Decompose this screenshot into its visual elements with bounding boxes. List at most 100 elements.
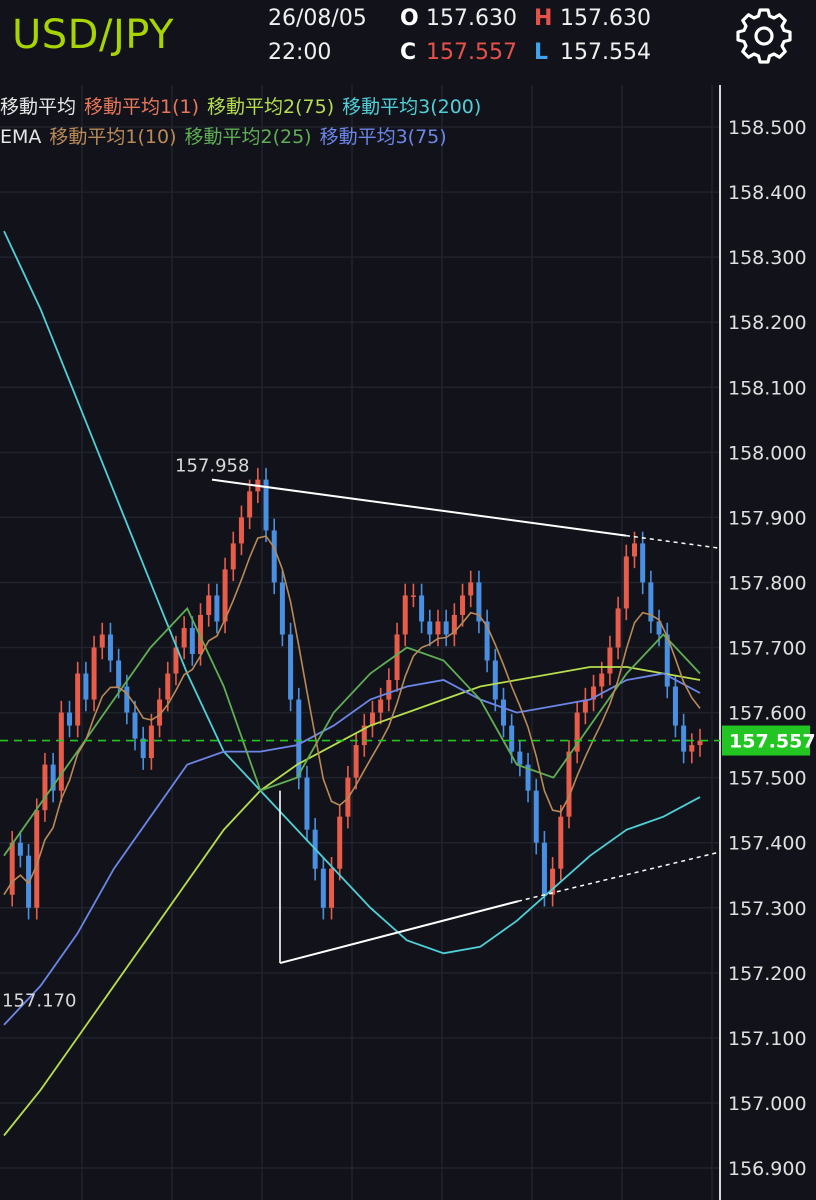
- y-tick-label: 157.100: [728, 1028, 807, 1050]
- sma-legend-ma3: 移動平均3(200): [342, 96, 482, 118]
- current-price-label: 157.557: [729, 731, 816, 753]
- candle-body: [148, 725, 154, 759]
- candle-body: [460, 595, 466, 615]
- high-annotation: 157.958: [175, 456, 249, 477]
- y-tick-label: 157.900: [728, 507, 807, 529]
- candle-body: [75, 673, 81, 726]
- candle-body: [58, 712, 64, 791]
- candle-body: [238, 517, 244, 544]
- gear-icon[interactable]: [734, 6, 794, 66]
- candle-body: [116, 660, 122, 687]
- candle-body: [533, 790, 539, 843]
- bar-date: 26/08/05: [268, 6, 367, 31]
- close-label: C: [400, 40, 417, 65]
- candle-body: [394, 634, 400, 681]
- candle-body: [132, 712, 138, 739]
- candle-body: [83, 673, 89, 700]
- candle-body: [599, 673, 605, 687]
- candle-body: [672, 686, 678, 726]
- candle-body: [288, 634, 294, 700]
- candle-body: [353, 745, 359, 778]
- sma-legend: 移動平均 移動平均1(1) 移動平均2(75) 移動平均3(200): [0, 92, 489, 119]
- high-label: H: [534, 6, 553, 31]
- candle-body: [271, 530, 277, 583]
- candle-body: [623, 556, 629, 609]
- candle-body: [42, 764, 48, 811]
- ema-legend-title: EMA: [0, 126, 42, 148]
- candle-body: [402, 595, 408, 635]
- y-tick-label: 157.300: [728, 898, 807, 920]
- candle-body: [230, 543, 236, 570]
- candle-body: [67, 712, 73, 726]
- candle-body: [107, 634, 113, 661]
- candle-body: [181, 627, 187, 648]
- candle-body: [410, 595, 416, 597]
- price-chart[interactable]: 158.500 158.400 158.300 158.200 158.100 158.0…: [0, 85, 816, 1200]
- candle-body: [279, 582, 285, 635]
- candle-body: [631, 543, 637, 557]
- lower-trendline: [279, 900, 519, 965]
- candle-body: [443, 621, 449, 635]
- low-annotation: 157.170: [2, 990, 76, 1011]
- candle-body: [517, 751, 523, 765]
- y-tick-label: 157.500: [728, 768, 807, 790]
- low-label: L: [534, 40, 549, 65]
- candle-body: [509, 725, 515, 752]
- candle-body: [91, 647, 97, 700]
- candle-body: [206, 595, 212, 615]
- candle-body: [99, 634, 105, 648]
- y-tick-label: 157.700: [728, 638, 807, 660]
- y-tick-label: 157.600: [728, 703, 807, 725]
- candle-body: [165, 673, 171, 700]
- candle-body: [607, 647, 613, 674]
- header: USD/JPY 26/08/05 22:00 O 157.630 H 157.6…: [0, 0, 816, 82]
- y-tick-label: 156.900: [728, 1158, 807, 1180]
- candle-body: [681, 725, 687, 752]
- candle-body: [427, 621, 433, 635]
- candle-body: [566, 751, 572, 817]
- candle-body: [337, 816, 343, 869]
- sma-legend-ma2: 移動平均2(75): [207, 96, 335, 118]
- candle-body: [435, 621, 441, 635]
- candle-body: [541, 842, 547, 895]
- open-value: 157.630: [426, 6, 517, 31]
- candle-body: [9, 842, 15, 895]
- y-tick-label: 157.000: [728, 1093, 807, 1115]
- y-tick-label: 158.400: [728, 182, 807, 204]
- y-tick-label: 158.000: [728, 442, 807, 464]
- ema-legend-ma1: 移動平均1(10): [49, 126, 177, 148]
- y-tick-label: 158.500: [728, 117, 807, 139]
- y-tick-label: 158.100: [728, 377, 807, 399]
- candle-body: [296, 699, 302, 778]
- candle-body: [500, 699, 506, 726]
- candle-body: [304, 777, 310, 830]
- sma-legend-ma1: 移動平均1(1): [84, 96, 200, 118]
- y-tick-label: 157.200: [728, 963, 807, 985]
- candle-body: [558, 816, 564, 869]
- candle-body: [615, 608, 621, 648]
- bar-time: 22:00: [268, 40, 332, 65]
- candle-body: [17, 842, 23, 856]
- ema-legend-ma3: 移動平均3(75): [319, 126, 447, 148]
- y-tick-label: 157.400: [728, 833, 807, 855]
- open-label: O: [400, 6, 419, 31]
- candle-body: [419, 595, 425, 622]
- candle-body: [492, 660, 498, 700]
- candle-body: [378, 699, 384, 713]
- ema-legend-ma2: 移動平均2(25): [184, 126, 312, 148]
- candle-body: [640, 543, 646, 583]
- currency-pair-title: USD/JPY: [12, 12, 174, 58]
- candle-body: [329, 868, 335, 908]
- y-tick-label: 158.300: [728, 247, 807, 269]
- close-value: 157.557: [426, 40, 517, 65]
- candle-body: [189, 627, 195, 655]
- high-value: 157.630: [560, 6, 651, 31]
- candle-body: [689, 745, 695, 752]
- low-value: 157.554: [560, 40, 651, 65]
- candle-body: [386, 680, 392, 700]
- candle-body: [247, 491, 253, 518]
- upper-trendline-ext: [625, 534, 719, 549]
- candle-body: [140, 738, 146, 759]
- candle-body: [468, 582, 474, 596]
- sma-legend-title: 移動平均: [0, 96, 77, 118]
